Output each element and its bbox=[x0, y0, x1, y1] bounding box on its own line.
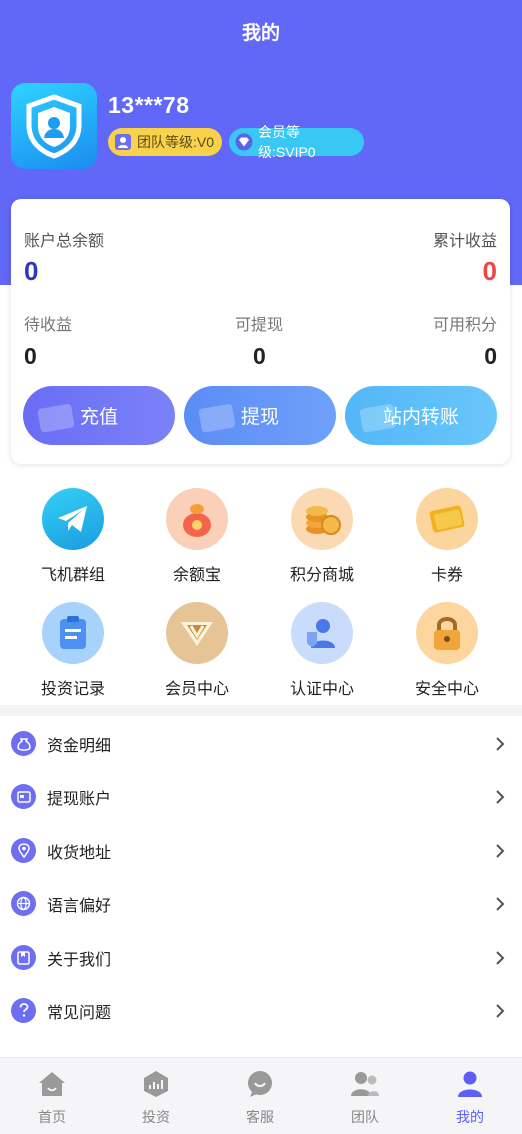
grid-label: 投资记录 bbox=[40, 681, 105, 698]
grid-item-member-center[interactable]: 会员中心 bbox=[132, 602, 262, 699]
chevron-right-icon bbox=[496, 736, 505, 751]
avatar[interactable] bbox=[11, 83, 97, 169]
points-label: 可用积分 bbox=[432, 317, 497, 334]
grid-label: 余额宝 bbox=[172, 567, 221, 584]
tab-profile[interactable]: 我的 bbox=[430, 1070, 510, 1127]
grid-item-verification[interactable]: 认证中心 bbox=[257, 602, 387, 699]
transfer-button[interactable]: 站内转账 bbox=[345, 386, 497, 445]
menu-label: 语言偏好 bbox=[47, 897, 112, 915]
grid-label: 飞机群组 bbox=[40, 567, 105, 584]
grid-label: 会员中心 bbox=[164, 681, 229, 698]
grid-label: 卡券 bbox=[430, 567, 463, 584]
menu-item-fund-details[interactable]: 资金明细 bbox=[0, 717, 522, 770]
chat-icon bbox=[248, 1071, 272, 1097]
username: 13***78 bbox=[108, 92, 190, 118]
withdrawable-value: 0 bbox=[253, 343, 266, 369]
pending-earnings-value: 0 bbox=[24, 343, 37, 369]
withdrawable-label: 可提现 bbox=[235, 317, 284, 334]
page-title: 我的 bbox=[241, 23, 280, 44]
recharge-label: 充值 bbox=[79, 407, 118, 428]
book-icon bbox=[11, 945, 36, 970]
menu-label: 资金明细 bbox=[47, 737, 112, 755]
team-level-badge: 团队等级:V0 bbox=[108, 128, 222, 156]
grid-label: 认证中心 bbox=[289, 681, 354, 698]
chevron-right-icon bbox=[496, 789, 505, 804]
recharge-button[interactable]: 充值 bbox=[23, 386, 175, 445]
withdraw-label: 提现 bbox=[240, 407, 279, 428]
menu-label: 收货地址 bbox=[47, 844, 112, 862]
grid-item-invest-records[interactable]: 投资记录 bbox=[8, 602, 138, 699]
balance-card: 账户总余额 0 累计收益 0 待收益 0 可提现 0 可用积分 0 充值 提现 … bbox=[11, 199, 510, 464]
team-level-text: 团队等级:V0 bbox=[137, 134, 215, 150]
total-balance-label: 账户总余额 bbox=[24, 233, 105, 250]
ticket-icon bbox=[416, 488, 478, 550]
grid-item-yuebao[interactable]: 余额宝 bbox=[132, 488, 262, 585]
chevron-right-icon bbox=[496, 896, 505, 911]
withdraw-button[interactable]: 提现 bbox=[184, 386, 336, 445]
question-icon bbox=[11, 998, 36, 1023]
pending-earnings-label: 待收益 bbox=[24, 317, 73, 334]
tab-label: 我的 bbox=[456, 1109, 484, 1125]
tab-label: 客服 bbox=[246, 1109, 274, 1125]
menu-item-faq[interactable]: 常见问题 bbox=[0, 984, 522, 1037]
chevron-right-icon bbox=[496, 1003, 505, 1018]
chevron-right-icon bbox=[496, 843, 505, 858]
bottom-tab-bar: 首页 投资 客服 团队 我的 bbox=[0, 1057, 522, 1134]
vip-level-text: 会员等级:SVIP0 bbox=[258, 124, 316, 160]
profile-icon bbox=[458, 1071, 482, 1097]
menu-item-withdraw-account[interactable]: 提现账户 bbox=[0, 770, 522, 823]
tab-team[interactable]: 团队 bbox=[325, 1070, 405, 1127]
diamond-icon bbox=[235, 133, 253, 151]
team-icon bbox=[351, 1072, 379, 1096]
menu-item-language[interactable]: 语言偏好 bbox=[0, 877, 522, 930]
tab-invest[interactable]: 投资 bbox=[116, 1070, 196, 1127]
tab-home[interactable]: 首页 bbox=[12, 1070, 92, 1127]
padlock-icon bbox=[416, 602, 478, 664]
globe-icon bbox=[11, 891, 36, 916]
money-bag-icon bbox=[166, 488, 228, 550]
card-icon bbox=[198, 404, 236, 433]
grid-item-security[interactable]: 安全中心 bbox=[382, 602, 512, 699]
menu-item-shipping-address[interactable]: 收货地址 bbox=[0, 824, 522, 877]
tab-label: 首页 bbox=[38, 1109, 66, 1125]
points-value: 0 bbox=[484, 343, 497, 369]
section-divider bbox=[0, 705, 522, 716]
total-balance-value: 0 bbox=[24, 256, 39, 286]
tab-label: 团队 bbox=[351, 1109, 379, 1125]
home-icon bbox=[39, 1072, 65, 1096]
team-icon bbox=[115, 134, 131, 150]
chevron-right-icon bbox=[496, 950, 505, 965]
vip-crown-icon bbox=[166, 602, 228, 664]
menu-label: 提现账户 bbox=[47, 790, 112, 808]
telegram-icon bbox=[42, 488, 104, 550]
money-bag-icon bbox=[11, 731, 36, 756]
tab-label: 投资 bbox=[142, 1109, 170, 1125]
card-icon bbox=[11, 784, 36, 809]
menu-label: 常见问题 bbox=[47, 1004, 112, 1022]
total-earnings-value: 0 bbox=[482, 256, 497, 286]
clipboard-icon bbox=[42, 602, 104, 664]
grid-label: 积分商城 bbox=[289, 567, 354, 584]
coins-icon bbox=[291, 488, 353, 550]
wallet-icon bbox=[37, 404, 75, 433]
location-icon bbox=[11, 838, 36, 863]
grid-item-points-mall[interactable]: 积分商城 bbox=[257, 488, 387, 585]
menu-item-about-us[interactable]: 关于我们 bbox=[0, 931, 522, 984]
tab-service[interactable]: 客服 bbox=[220, 1070, 300, 1127]
shield-user-icon bbox=[26, 94, 82, 159]
grid-item-telegram[interactable]: 飞机群组 bbox=[8, 488, 138, 585]
grid-label: 安全中心 bbox=[414, 681, 479, 698]
grid-item-coupons[interactable]: 卡券 bbox=[382, 488, 512, 585]
vip-level-badge: 会员等级:SVIP0 bbox=[229, 124, 364, 160]
total-earnings-label: 累计收益 bbox=[432, 233, 497, 250]
menu-label: 关于我们 bbox=[47, 951, 112, 969]
transfer-label: 站内转账 bbox=[382, 407, 459, 428]
invest-icon bbox=[144, 1071, 168, 1097]
verified-user-icon bbox=[291, 602, 353, 664]
